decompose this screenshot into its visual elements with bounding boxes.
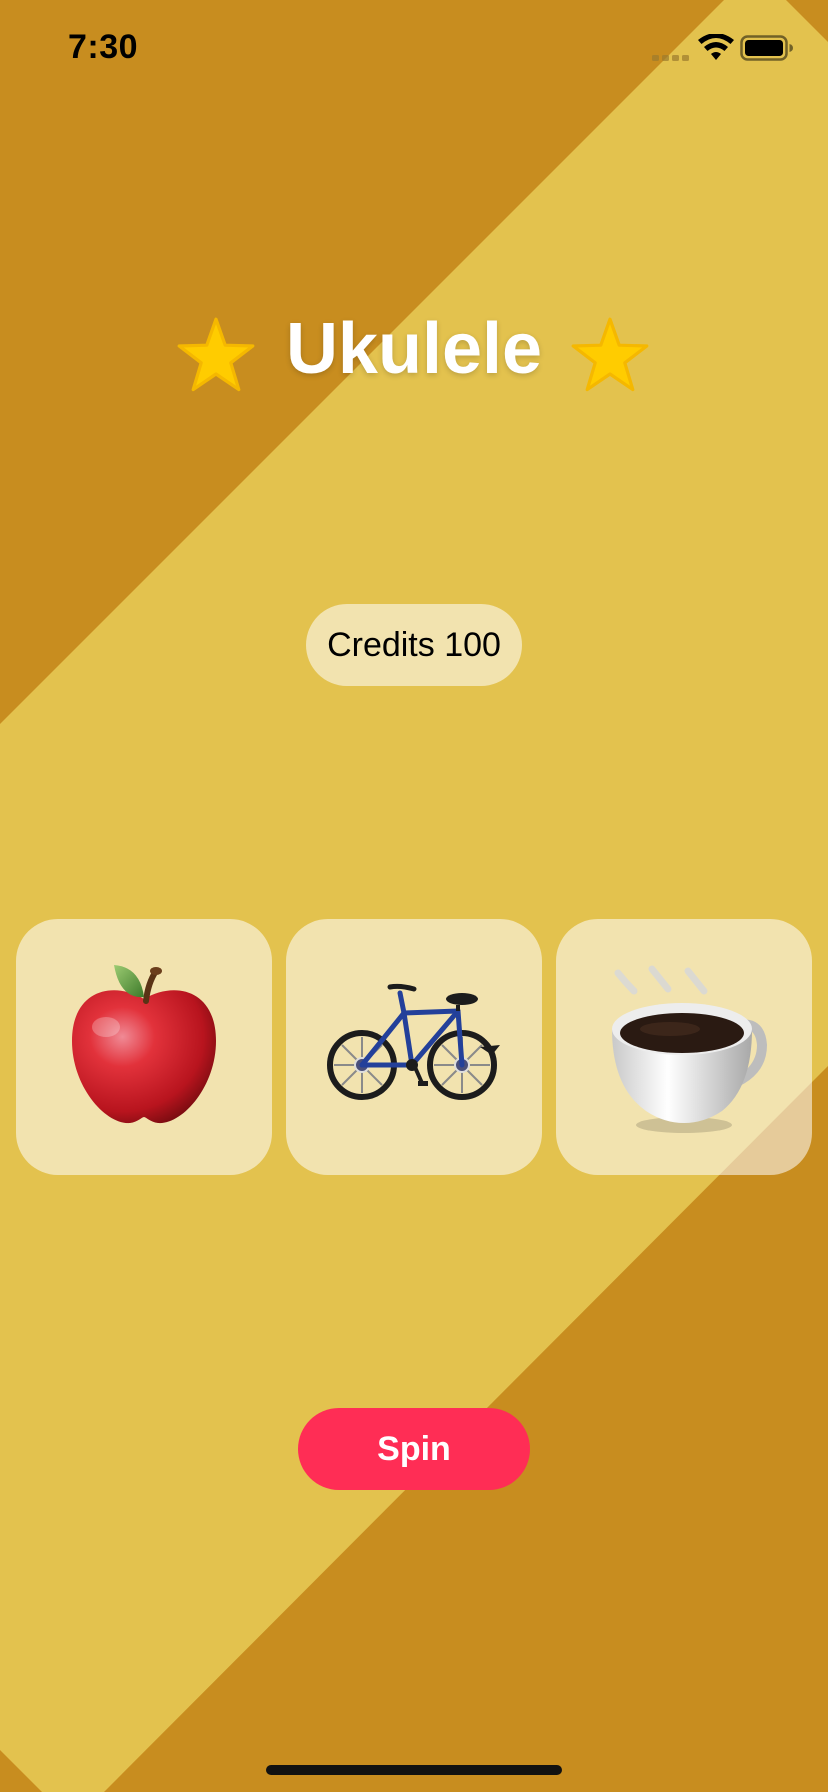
cellular-signal-icon bbox=[652, 55, 689, 61]
credits-badge: Credits 100 bbox=[306, 604, 522, 686]
bicycle-icon bbox=[327, 983, 500, 1100]
wifi-icon bbox=[698, 34, 734, 60]
reel-3 bbox=[556, 919, 812, 1175]
background bbox=[0, 0, 828, 1792]
page-title: Ukulele bbox=[285, 309, 543, 389]
home-indicator[interactable] bbox=[266, 1765, 562, 1775]
battery-icon bbox=[740, 35, 793, 61]
apple-icon bbox=[72, 965, 216, 1124]
status-bar: 7:30 bbox=[0, 0, 828, 100]
reel-1 bbox=[16, 919, 272, 1175]
title-row: Ukulele bbox=[0, 300, 828, 410]
star-icon bbox=[571, 317, 649, 392]
spin-button[interactable]: Spin bbox=[298, 1408, 530, 1490]
hot-beverage-icon bbox=[612, 965, 768, 1133]
status-time: 7:30 bbox=[68, 28, 139, 66]
reel-2 bbox=[286, 919, 542, 1175]
